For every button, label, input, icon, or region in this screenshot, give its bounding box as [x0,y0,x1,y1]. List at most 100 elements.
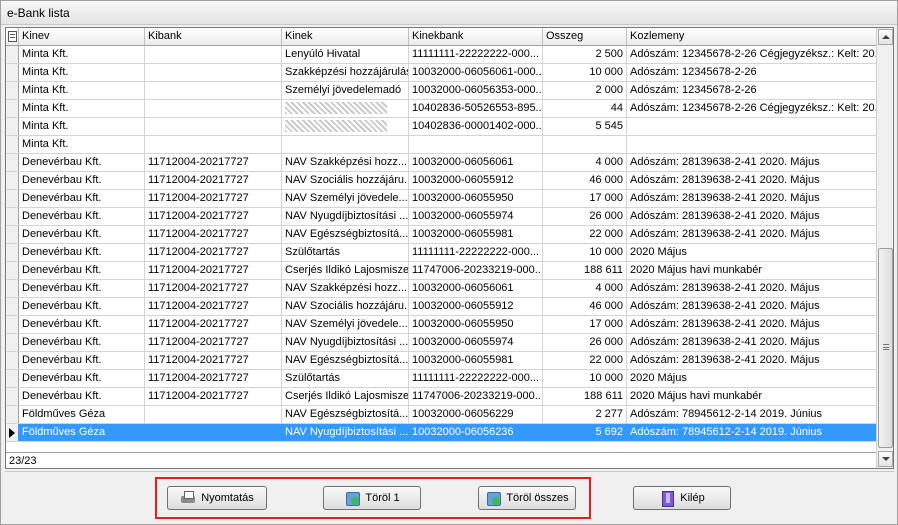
cell-kinek: Lenyúló Hivatal [282,46,409,63]
row-indicator[interactable] [6,190,19,207]
cell-kinekbank: 10032000-06056236 [409,424,543,441]
exit-button[interactable]: Kilép [633,486,731,510]
cell-kinek: Szülőtartás [282,370,409,387]
row-indicator[interactable] [6,208,19,225]
table-row[interactable]: Földműves Géza NAV Nyugdíjbiztosítási ...… [6,424,877,442]
cell-kinekbank: 10032000-06055981 [409,352,543,369]
table-row[interactable]: Denevérbau Kft. 11712004-20217727 NAV Szem… [6,190,877,208]
cell-kinekbank: 11111111-22222222-000... [409,244,543,261]
row-indicator[interactable] [6,388,19,405]
row-indicator[interactable] [6,64,19,81]
row-indicator[interactable] [6,334,19,351]
cell-kinekbank: 10032000-06056061 [409,154,543,171]
cell-kinekbank [409,136,543,153]
column-header-kinev[interactable]: Kinev [19,28,145,45]
print-button[interactable]: Nyomtatás [167,486,267,510]
row-pointer-icon [9,428,15,438]
row-indicator[interactable] [6,46,19,63]
table-row[interactable]: Denevérbau Kft. 11712004-20217727 NAV Nyug… [6,208,877,226]
column-header-kibank[interactable]: Kibank [145,28,282,45]
column-header-kinek[interactable]: Kinek [282,28,409,45]
row-indicator[interactable] [6,352,19,369]
cell-kozlemeny: Adószám: 28139638-2-41 2020. Május [627,208,877,225]
row-indicator[interactable] [6,172,19,189]
table-row[interactable]: Denevérbau Kft. 11712004-20217727 Szülőtar… [6,244,877,262]
table-row[interactable]: Denevérbau Kft. 11712004-20217727 NAV Szoc… [6,298,877,316]
column-chooser-icon[interactable] [6,28,19,45]
column-header-osszeg[interactable]: Osszeg [543,28,627,45]
delete-all-button[interactable]: Töröl összes [478,486,576,510]
cell-kibank: 11712004-20217727 [145,262,282,279]
table-row[interactable]: Minta Kft. Szakképzési hozzájárulás 100320… [6,64,877,82]
scroll-down-button[interactable] [878,451,893,467]
delete-one-button[interactable]: Töröl 1 [323,486,421,510]
cell-kinekbank: 11747006-20233219-000... [409,388,543,405]
row-indicator[interactable] [6,136,19,153]
table-row[interactable]: Denevérbau Kft. 11712004-20217727 NAV Szem… [6,316,877,334]
record-count: 23/23 [6,452,877,468]
cell-osszeg: 17 000 [543,316,627,333]
table-row[interactable]: Denevérbau Kft. 11712004-20217727 Szülőtar… [6,370,877,388]
row-indicator[interactable] [6,244,19,261]
grid-rows: Minta Kft. Lenyúló Hivatal 11111111-222222… [6,46,877,442]
table-row[interactable]: Denevérbau Kft. 11712004-20217727 NAV Egés… [6,352,877,370]
cell-kinekbank: 10032000-06055974 [409,208,543,225]
table-row[interactable]: Denevérbau Kft. 11712004-20217727 NAV Szak… [6,280,877,298]
row-indicator[interactable] [6,226,19,243]
table-row[interactable]: Denevérbau Kft. 11712004-20217727 NAV Szoc… [6,172,877,190]
cell-kinek: NAV Nyugdíjbiztosítási ... [282,424,409,441]
cell-kibank: 11712004-20217727 [145,280,282,297]
table-row[interactable]: Minta Kft. Lenyúló Hivatal 11111111-222222… [6,46,877,64]
cell-kibank [145,100,282,117]
row-indicator[interactable] [6,262,19,279]
table-row[interactable]: Minta Kft. [6,136,877,154]
row-indicator[interactable] [6,154,19,171]
ebank-grid[interactable]: Kinev Kibank Kinek Kinekbank Osszeg Kozl… [5,27,894,469]
scroll-up-button[interactable] [878,29,893,45]
cell-kinev: Denevérbau Kft. [19,280,145,297]
table-row[interactable]: Denevérbau Kft. 11712004-20217727 NAV Nyug… [6,334,877,352]
cell-kibank [145,82,282,99]
table-row[interactable]: Denevérbau Kft. 11712004-20217727 NAV Szak… [6,154,877,172]
column-header-kinekbank[interactable]: Kinekbank [409,28,543,45]
row-indicator[interactable] [6,82,19,99]
table-row[interactable]: Minta Kft. Személyi jövedelemadó 10032000-… [6,82,877,100]
column-header-kozlemeny[interactable]: Kozlemeny [627,28,877,45]
cell-kinev: Denevérbau Kft. [19,352,145,369]
row-indicator[interactable] [6,298,19,315]
table-row[interactable]: Denevérbau Kft. 11712004-20217727 Cserjés … [6,388,877,406]
cell-kinek: Szülőtartás [282,244,409,261]
row-indicator[interactable] [6,118,19,135]
row-indicator[interactable] [6,316,19,333]
cell-kozlemeny: Adószám: 78945612-2-14 2019. Június [627,424,877,441]
cell-osszeg: 10 000 [543,244,627,261]
cell-kibank: 11712004-20217727 [145,370,282,387]
cell-kozlemeny: Adószám: 12345678-2-26 [627,82,877,99]
cell-kinev: Denevérbau Kft. [19,370,145,387]
row-indicator[interactable] [6,406,19,423]
scroll-thumb[interactable] [878,248,893,448]
row-indicator[interactable] [6,280,19,297]
cell-osszeg: 26 000 [543,334,627,351]
exit-button-label: Kilép [680,492,705,504]
cell-osszeg: 4 000 [543,280,627,297]
table-row[interactable]: Minta Kft. 10402836-00001402-000... 5 545 [6,118,877,136]
cell-kozlemeny: 2020 Május [627,244,877,261]
cell-osszeg: 26 000 [543,208,627,225]
table-row[interactable]: Földműves Géza NAV Egészségbiztosítá... 10… [6,406,877,424]
table-row[interactable]: Denevérbau Kft. 11712004-20217727 Cserjés … [6,262,877,280]
row-indicator[interactable] [6,424,19,441]
exit-door-icon [659,490,675,507]
row-indicator[interactable] [6,100,19,117]
table-row[interactable]: Minta Kft. 10402836-50526553-895... 44 Adós… [6,100,877,118]
divider [5,471,894,472]
row-indicator[interactable] [6,370,19,387]
vertical-scrollbar[interactable] [876,28,893,468]
cell-osszeg: 46 000 [543,298,627,315]
delete-one-button-label: Töröl 1 [365,492,400,504]
table-row[interactable]: Denevérbau Kft. 11712004-20217727 NAV Egés… [6,226,877,244]
cell-kinev: Denevérbau Kft. [19,244,145,261]
redacted-block [285,120,387,133]
cell-kinekbank: 10402836-50526553-895... [409,100,543,117]
cell-kinev: Denevérbau Kft. [19,172,145,189]
